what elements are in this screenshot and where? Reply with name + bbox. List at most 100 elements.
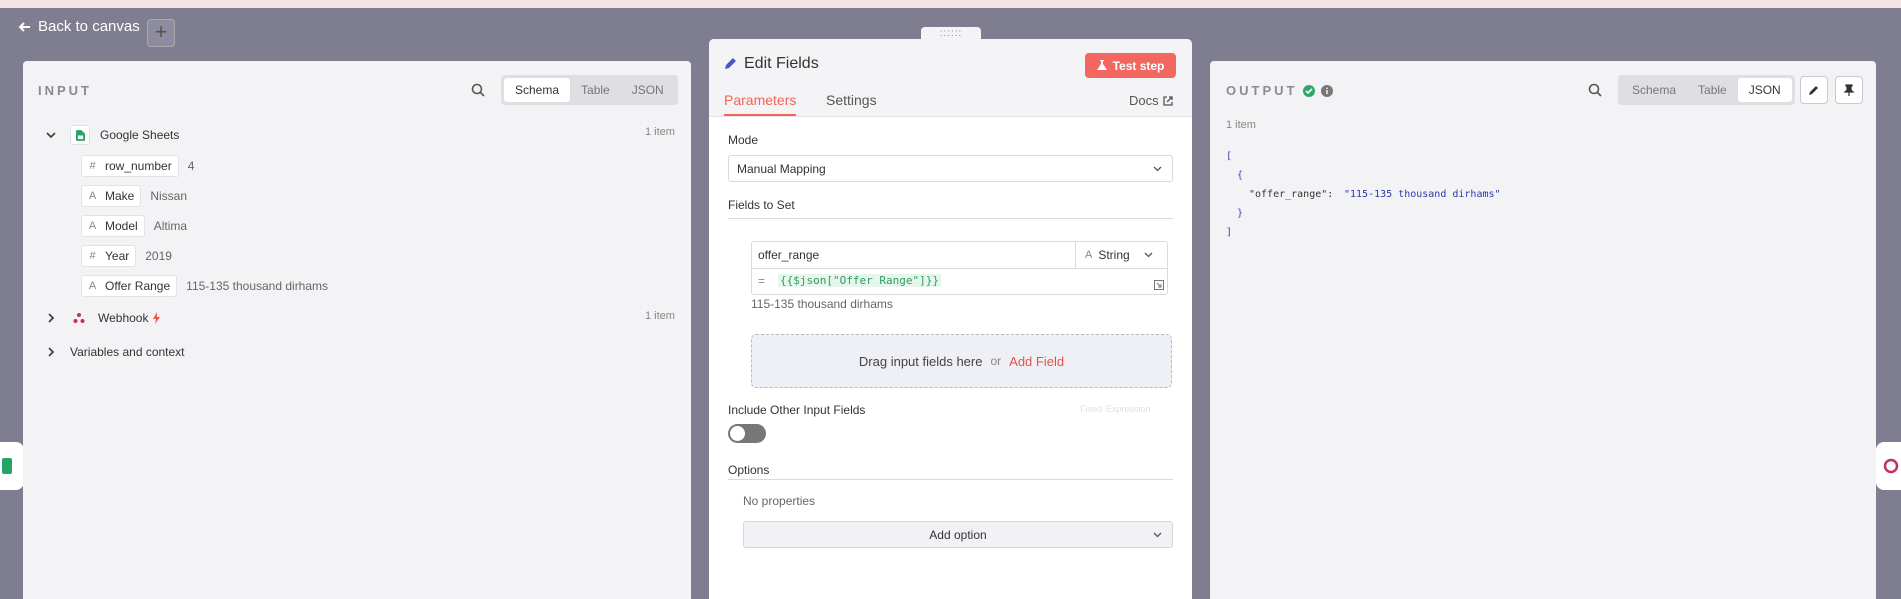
fixed-option[interactable]: Fixed — [1080, 404, 1102, 414]
tab-table[interactable]: Table — [1687, 78, 1738, 102]
field-name: Offer Range — [105, 279, 171, 293]
tab-schema[interactable]: Schema — [1621, 78, 1687, 102]
tab-table[interactable]: Table — [570, 78, 621, 102]
input-panel: INPUT Schema Table JSON Google Sheets 1 … — [23, 61, 691, 599]
mode-label: Mode — [728, 133, 759, 147]
external-link-icon — [1162, 95, 1173, 106]
string-type-icon: A — [88, 190, 97, 202]
string-type-icon: A — [88, 220, 97, 232]
chevron-down-icon — [1153, 532, 1162, 538]
schema-field[interactable]: A Offer Range 115-135 thousand dirhams — [81, 275, 328, 297]
add-field-button[interactable]: Add Field — [1009, 354, 1064, 369]
chevron-down-icon — [46, 132, 56, 139]
webhook-node-handle[interactable] — [1876, 442, 1901, 490]
chevron-down-icon — [1153, 166, 1162, 171]
edit-output-button[interactable] — [1800, 76, 1828, 104]
node-google-sheets[interactable]: Google Sheets — [46, 125, 179, 145]
field-name-input[interactable]: offer_range — [758, 248, 819, 262]
field-chip[interactable]: # Year — [81, 245, 137, 267]
divider — [728, 218, 1173, 219]
schema-field[interactable]: A Model Altima — [81, 215, 187, 237]
pencil-icon — [1809, 86, 1818, 95]
node-name: Variables and context — [70, 345, 185, 359]
search-icon[interactable] — [1588, 83, 1602, 97]
expression-preview: 115-135 thousand dirhams — [751, 297, 893, 311]
output-view-tabs: Schema Table JSON — [1618, 75, 1795, 105]
output-item-count: 1 item — [1226, 119, 1256, 131]
pencil-icon — [725, 58, 736, 69]
input-view-tabs: Schema Table JSON — [501, 75, 678, 105]
webhook-icon — [70, 309, 88, 327]
chevron-right-icon — [48, 347, 55, 357]
node-title[interactable]: Edit Fields — [744, 55, 819, 73]
field-chip[interactable]: A Offer Range — [81, 275, 178, 297]
info-icon[interactable] — [1321, 84, 1334, 97]
json-close-bracket: ] — [1226, 227, 1233, 238]
output-title-text: OUTPUT — [1226, 83, 1298, 98]
string-type-icon: A — [88, 280, 97, 292]
schema-field[interactable]: # Year 2019 — [81, 245, 172, 267]
add-option-label: Add option — [929, 527, 987, 542]
sheets-node-handle[interactable] — [0, 442, 24, 490]
field-value: 115-135 thousand dirhams — [186, 279, 329, 293]
divider — [752, 268, 1167, 269]
schema-field[interactable]: A Make Nissan — [81, 185, 187, 207]
json-key: "offer_range": — [1249, 189, 1334, 200]
input-title: INPUT — [38, 83, 92, 98]
add-option-button[interactable]: Add option — [743, 521, 1173, 548]
node-name: Google Sheets — [100, 128, 180, 142]
mode-select[interactable]: Manual Mapping — [728, 155, 1173, 182]
chevron-down-icon — [1144, 252, 1153, 258]
drop-zone[interactable]: Drag input fields here or Add Field — [751, 334, 1172, 388]
arrow-left-icon — [18, 21, 30, 32]
drop-text: Drag input fields here — [858, 353, 983, 369]
edit-fields-panel: Edit Fields Test step Parameters Setting… — [709, 39, 1192, 599]
field-assignment: offer_range A String = {{$json["Offer Ra… — [751, 241, 1168, 295]
type-value: String — [1098, 248, 1130, 262]
expression-option[interactable]: Expression — [1106, 404, 1151, 414]
node-name: Webhook — [98, 311, 149, 325]
test-step-button[interactable]: Test step — [1085, 53, 1176, 78]
tab-parameters[interactable]: Parameters — [724, 92, 797, 116]
flask-icon — [1096, 60, 1107, 70]
mode-value: Manual Mapping — [737, 161, 826, 176]
field-name: Model — [105, 219, 138, 233]
json-open-bracket: [ — [1226, 151, 1233, 162]
field-value: 4 — [187, 159, 195, 173]
node-webhook[interactable]: Webhook — [46, 309, 161, 327]
field-name: row_number — [105, 159, 172, 173]
output-title: OUTPUT — [1226, 83, 1334, 98]
search-icon[interactable] — [471, 83, 485, 97]
panel-header: Edit Fields Test step Parameters Setting… — [709, 39, 1192, 117]
tab-settings[interactable]: Settings — [826, 92, 877, 108]
sheets-icon — [2, 458, 12, 474]
tab-json[interactable]: JSON — [621, 78, 675, 102]
back-to-canvas-link[interactable]: Back to canvas — [18, 18, 140, 35]
node-item-count: 1 item — [645, 310, 675, 322]
tab-json[interactable]: JSON — [1737, 78, 1792, 102]
include-other-fields-toggle[interactable] — [728, 424, 766, 443]
divider — [728, 479, 1173, 480]
pin-data-button[interactable] — [1835, 76, 1863, 104]
docs-link[interactable]: Docs — [1129, 93, 1173, 108]
schema-field[interactable]: # row_number 4 — [81, 155, 194, 177]
tab-schema[interactable]: Schema — [504, 78, 571, 102]
docs-label: Docs — [1129, 93, 1159, 108]
field-value: Altima — [153, 219, 188, 233]
success-check-icon — [1303, 84, 1316, 97]
field-chip[interactable]: A Model — [81, 215, 145, 237]
type-select[interactable]: A String — [1085, 248, 1153, 262]
field-chip[interactable]: A Make — [81, 185, 142, 207]
sheets-icon — [70, 125, 90, 145]
expand-icon[interactable] — [1154, 280, 1164, 290]
pin-icon — [1843, 84, 1855, 96]
field-chip[interactable]: # row_number — [81, 155, 179, 177]
field-name: Year — [105, 249, 130, 263]
webhook-icon — [1883, 458, 1899, 474]
expression-input[interactable]: {{$json["Offer Range"]}} — [778, 274, 941, 287]
variables-and-context[interactable]: Variables and context — [46, 345, 185, 359]
divider — [1075, 242, 1076, 268]
add-node-button[interactable]: + — [147, 19, 175, 47]
fixed-expression-toggle[interactable]: Fixed Expression — [1080, 404, 1151, 414]
back-label: Back to canvas — [38, 18, 140, 35]
